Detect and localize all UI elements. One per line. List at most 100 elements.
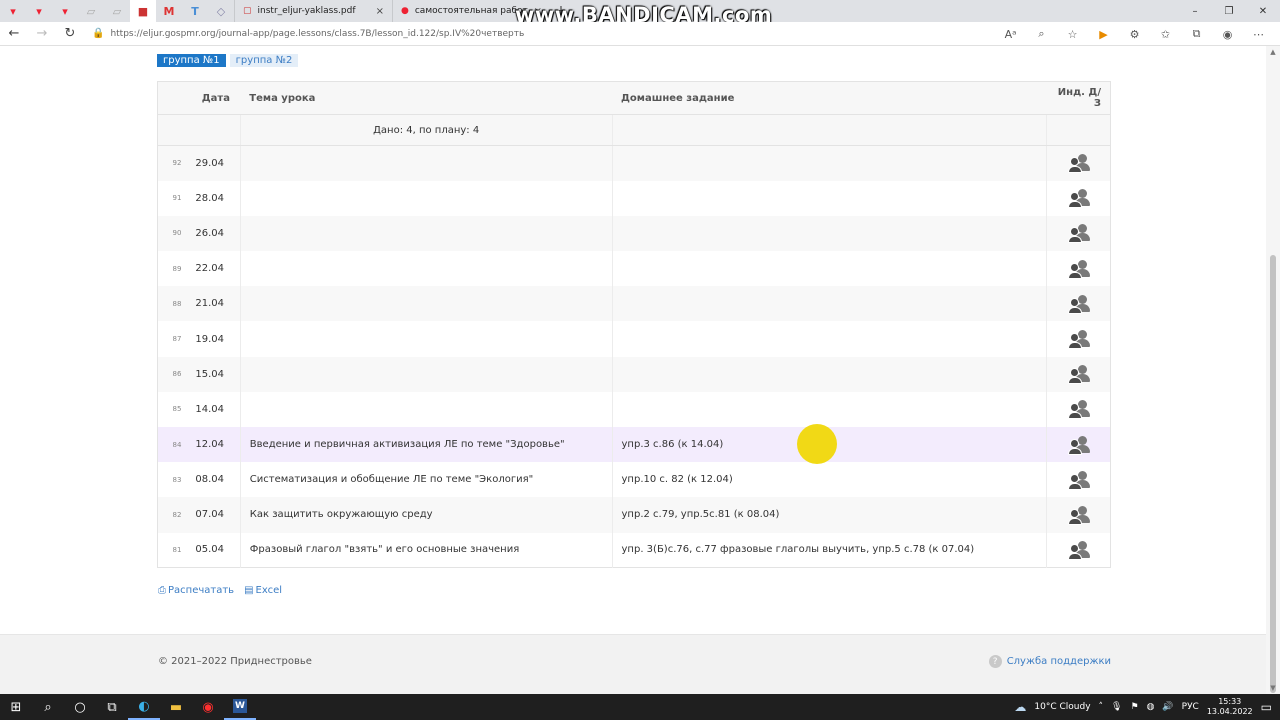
pinned-tab-yandex[interactable]: ▾ bbox=[0, 0, 26, 22]
table-row[interactable]: 87 19.04 bbox=[158, 321, 1111, 357]
group-users-icon[interactable] bbox=[1067, 470, 1090, 490]
row-homework[interactable] bbox=[611, 391, 1047, 427]
row-topic[interactable] bbox=[239, 145, 613, 181]
row-date[interactable]: 14.04 bbox=[191, 392, 240, 427]
favorites-icon[interactable]: ✩ bbox=[1150, 28, 1181, 41]
table-row[interactable]: 91 28.04 bbox=[158, 180, 1111, 216]
network-icon[interactable]: ◍ bbox=[1147, 702, 1155, 712]
row-ind-hw[interactable] bbox=[1046, 321, 1111, 357]
more-menu-icon[interactable]: ⋯ bbox=[1243, 28, 1274, 41]
row-topic[interactable] bbox=[239, 391, 613, 427]
volume-icon[interactable]: 🔊 bbox=[1162, 702, 1173, 712]
tab-group-2[interactable]: группа №2 bbox=[229, 54, 299, 67]
tab-group-1[interactable]: группа №1 bbox=[157, 54, 226, 67]
row-ind-hw[interactable] bbox=[1046, 180, 1111, 216]
group-users-icon[interactable] bbox=[1067, 153, 1090, 174]
row-date[interactable]: 19.04 bbox=[191, 321, 240, 356]
row-date[interactable]: 22.04 bbox=[191, 251, 240, 286]
row-homework[interactable] bbox=[611, 356, 1047, 392]
row-topic[interactable] bbox=[239, 180, 613, 216]
row-date[interactable]: 07.04 bbox=[191, 497, 241, 533]
row-ind-hw[interactable] bbox=[1046, 215, 1111, 252]
table-row[interactable]: 89 22.04 bbox=[158, 251, 1111, 287]
table-row[interactable]: 86 15.04 bbox=[157, 356, 1111, 392]
extension-icon[interactable]: ▶ bbox=[1088, 28, 1119, 41]
pinned-tab-doc-2[interactable]: ▱ bbox=[104, 0, 130, 22]
pinned-tab-doc[interactable]: ▱ bbox=[78, 0, 104, 22]
table-row[interactable]: 90 26.04 bbox=[157, 215, 1111, 252]
row-homework[interactable] bbox=[611, 145, 1047, 181]
table-row[interactable]: 82 07.04 Как защитить окружающую среду упр.… bbox=[157, 497, 1111, 533]
row-ind-hw[interactable] bbox=[1046, 145, 1111, 181]
cortana-icon[interactable]: ○ bbox=[64, 694, 96, 720]
close-window-button[interactable]: ✕ bbox=[1246, 0, 1280, 22]
task-view-icon[interactable]: ⧉ bbox=[96, 694, 128, 720]
row-date[interactable]: 28.04 bbox=[191, 181, 240, 216]
profile-avatar-icon[interactable]: ◉ bbox=[1212, 28, 1243, 41]
minimize-button[interactable]: – bbox=[1178, 0, 1212, 22]
row-ind-hw[interactable] bbox=[1046, 497, 1111, 533]
scroll-up-icon[interactable]: ▲ bbox=[1266, 48, 1280, 56]
table-row[interactable]: 88 21.04 bbox=[157, 286, 1111, 322]
bandicam-icon[interactable]: ◉ bbox=[192, 694, 224, 720]
row-ind-hw[interactable] bbox=[1046, 462, 1111, 498]
search-icon[interactable]: ⌕ bbox=[32, 694, 64, 720]
row-date[interactable]: 05.04 bbox=[191, 533, 240, 568]
row-date[interactable]: 08.04 bbox=[191, 462, 240, 497]
table-row[interactable]: 83 08.04 Систематизация и обобщение ЛЕ по … bbox=[158, 462, 1111, 498]
group-users-icon[interactable] bbox=[1067, 540, 1090, 560]
group-users-icon[interactable] bbox=[1067, 259, 1090, 279]
forward-button[interactable]: → bbox=[28, 26, 56, 41]
url-field[interactable]: 🔒 https://eljur.gospmr.org/journal-app/p… bbox=[92, 28, 992, 39]
row-homework[interactable] bbox=[611, 180, 1047, 216]
group-users-icon[interactable] bbox=[1067, 223, 1090, 244]
extensions-icon[interactable]: ⚙ bbox=[1119, 28, 1150, 41]
explorer-icon[interactable]: ▬ bbox=[160, 694, 192, 720]
pinned-tab-t[interactable]: T bbox=[182, 0, 208, 22]
scroll-down-icon[interactable]: ▼ bbox=[1266, 684, 1280, 692]
row-topic[interactable] bbox=[239, 215, 613, 252]
row-ind-hw[interactable] bbox=[1046, 286, 1111, 322]
chevron-up-icon[interactable]: ˄ bbox=[1099, 702, 1104, 712]
group-users-icon[interactable] bbox=[1067, 364, 1090, 385]
row-topic[interactable] bbox=[239, 251, 613, 287]
group-users-icon[interactable] bbox=[1067, 399, 1090, 420]
page-scrollbar[interactable]: ▲ ▼ bbox=[1266, 46, 1280, 694]
row-homework[interactable]: упр.2 с.79, упр.5с.81 (к 08.04) bbox=[611, 497, 1047, 533]
pinned-tab-gmail[interactable]: M bbox=[156, 0, 182, 22]
close-icon[interactable]: × bbox=[376, 6, 384, 17]
row-ind-hw[interactable] bbox=[1046, 427, 1111, 463]
notifications-icon[interactable]: ▭ bbox=[1261, 700, 1272, 714]
group-users-icon[interactable] bbox=[1067, 188, 1090, 209]
back-button[interactable]: ← bbox=[0, 26, 28, 41]
table-row[interactable]: 81 05.04 Фразовый глагол "взять" и его осн… bbox=[158, 532, 1111, 568]
pinned-tab-yandex-2[interactable]: ▾ bbox=[26, 0, 52, 22]
row-date[interactable]: 21.04 bbox=[191, 286, 241, 322]
print-link[interactable]: ⎙ Распечатать bbox=[158, 585, 234, 596]
row-ind-hw[interactable] bbox=[1046, 532, 1111, 568]
row-topic[interactable]: Как защитить окружающую среду bbox=[239, 497, 613, 533]
row-homework[interactable] bbox=[611, 286, 1047, 322]
group-users-icon[interactable] bbox=[1067, 294, 1090, 314]
mic-icon[interactable]: 🎙 bbox=[1111, 702, 1122, 712]
support-link[interactable]: ? Служба поддержки bbox=[988, 655, 1111, 668]
group-users-icon[interactable] bbox=[1067, 435, 1090, 455]
row-date[interactable]: 29.04 bbox=[191, 145, 241, 181]
collections-icon[interactable]: ⧉ bbox=[1181, 27, 1212, 41]
reload-button[interactable]: ↻ bbox=[56, 26, 84, 41]
row-date[interactable]: 26.04 bbox=[191, 215, 241, 252]
row-topic[interactable]: Введение и первичная активизация ЛЕ по т… bbox=[239, 427, 613, 463]
favorite-add-icon[interactable]: ☆ bbox=[1057, 28, 1088, 41]
edge-icon[interactable]: ◐ bbox=[128, 694, 160, 720]
flag-icon[interactable]: ⚑ bbox=[1130, 702, 1138, 712]
word-button[interactable]: W bbox=[224, 694, 256, 720]
weather-text[interactable]: 10°C Cloudy bbox=[1034, 702, 1090, 712]
tab-pdf[interactable]: ▢ instr_eljur-yaklass.pdf × bbox=[234, 0, 392, 22]
group-users-icon[interactable] bbox=[1067, 505, 1090, 525]
row-ind-hw[interactable] bbox=[1046, 356, 1111, 392]
pinned-tab-yandex-3[interactable]: ▾ bbox=[52, 0, 78, 22]
zoom-icon[interactable]: ⌕ bbox=[1026, 27, 1057, 41]
row-topic[interactable] bbox=[239, 321, 613, 357]
row-topic[interactable] bbox=[239, 286, 613, 322]
row-ind-hw[interactable] bbox=[1046, 391, 1111, 427]
